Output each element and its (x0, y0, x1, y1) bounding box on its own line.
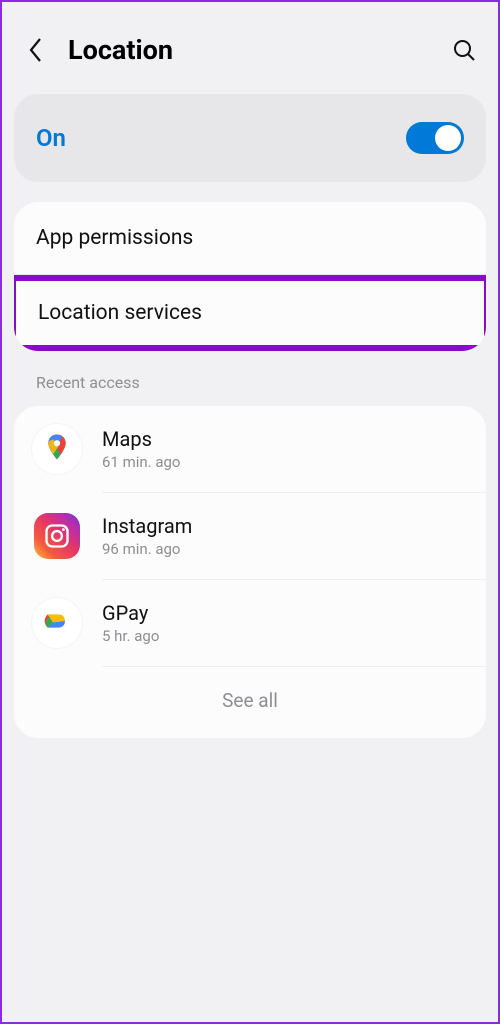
location-toggle-row[interactable]: On (14, 94, 486, 182)
app-time: 96 min. ago (102, 540, 192, 558)
instagram-icon (32, 511, 82, 561)
recent-app-instagram[interactable]: Instagram 96 min. ago (14, 493, 486, 579)
app-time: 5 hr. ago (102, 627, 159, 645)
search-button[interactable] (450, 36, 478, 64)
maps-icon (32, 424, 82, 474)
location-services-row[interactable]: Location services (16, 281, 484, 345)
app-permissions-row[interactable]: App permissions (14, 202, 486, 274)
app-name: Maps (102, 427, 180, 451)
gpay-icon (32, 598, 82, 648)
recent-app-maps[interactable]: Maps 61 min. ago (14, 406, 486, 492)
page-title: Location (68, 34, 450, 66)
app-name: Instagram (102, 514, 192, 538)
recent-app-gpay[interactable]: GPay 5 hr. ago (14, 580, 486, 666)
search-icon (452, 38, 476, 62)
app-name: GPay (102, 601, 159, 625)
app-time: 61 min. ago (102, 453, 180, 471)
see-all-button[interactable]: See all (14, 667, 486, 738)
toggle-switch[interactable] (406, 122, 464, 154)
toggle-label: On (36, 124, 66, 152)
recent-access-label: Recent access (14, 351, 486, 406)
chevron-left-icon (28, 37, 44, 63)
back-button[interactable] (22, 36, 50, 64)
location-services-highlight: Location services (14, 275, 486, 351)
